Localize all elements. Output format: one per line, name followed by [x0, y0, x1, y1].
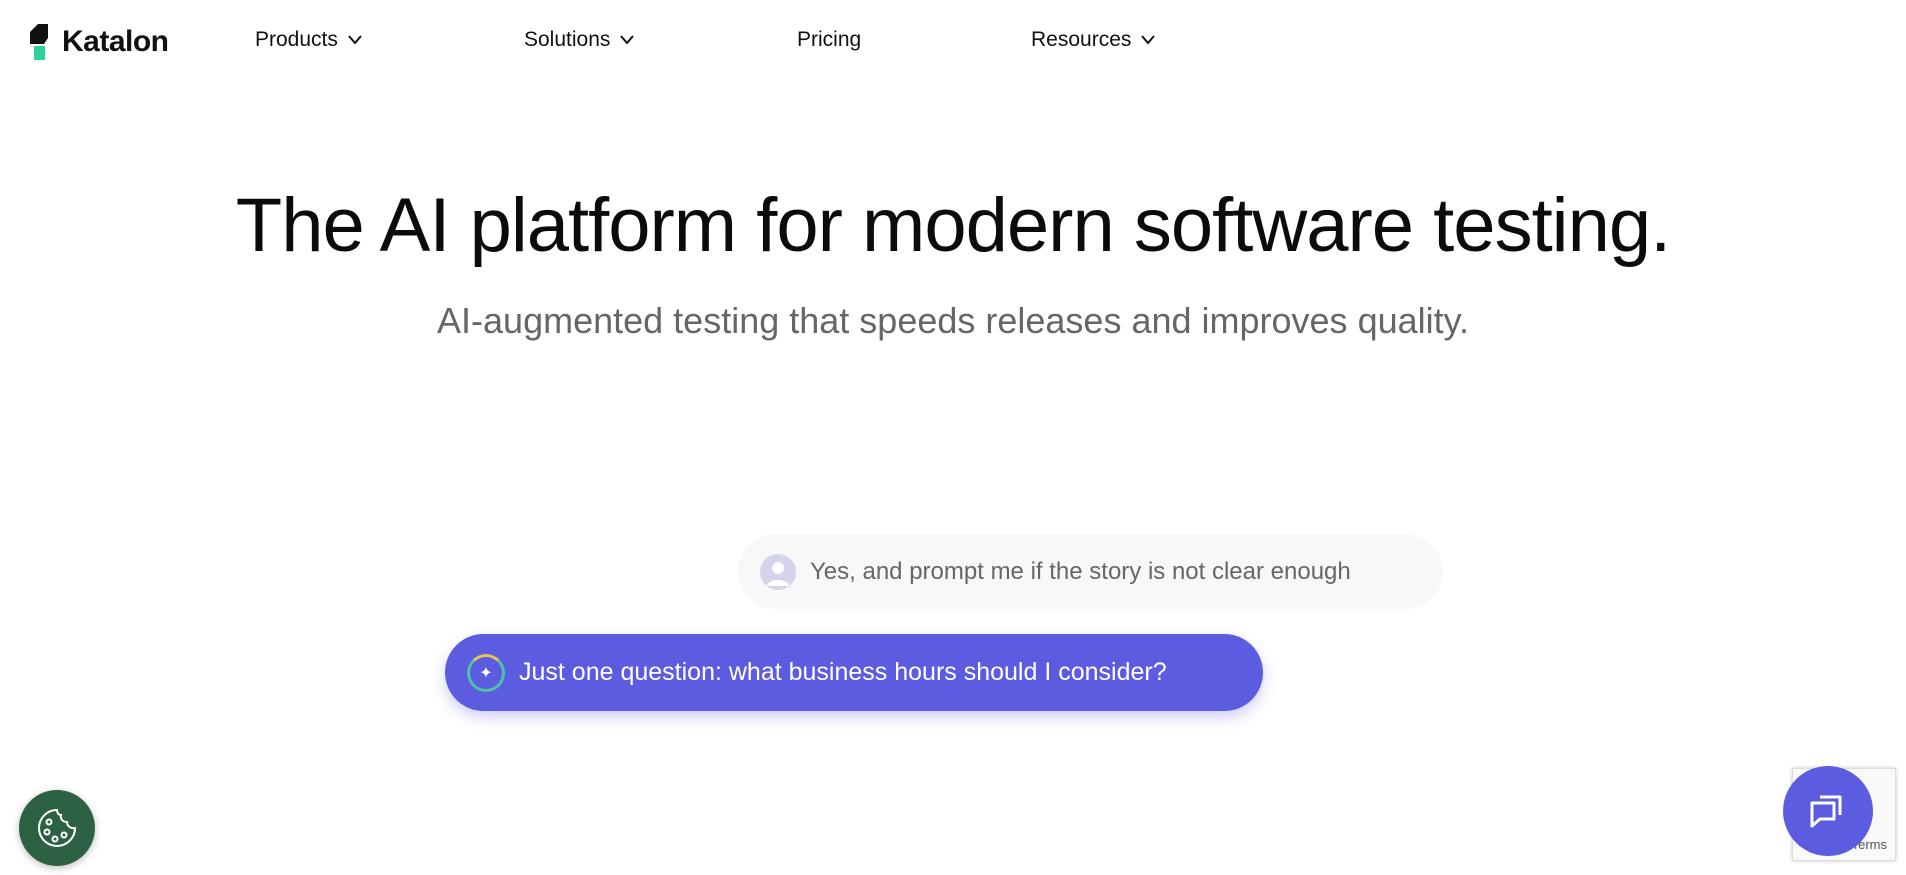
nav-resources-label: Resources [1031, 28, 1132, 51]
brand-name: Katalon [62, 25, 169, 58]
hero-subtitle: AI-augmented testing that speeds release… [437, 300, 1469, 341]
nav-solutions[interactable]: Solutions [524, 28, 635, 52]
hero-title: The AI platform for modern software test… [235, 183, 1671, 268]
user-avatar-icon [760, 553, 796, 590]
ai-message-bubble: ✦ Just one question: what business hours… [445, 634, 1263, 711]
ai-sparkle-icon: ✦ [467, 653, 505, 692]
nav-solutions-label: Solutions [524, 28, 611, 51]
nav-resources[interactable]: Resources [1031, 28, 1156, 52]
cookie-icon [38, 808, 77, 847]
cookie-settings-button[interactable] [19, 790, 95, 866]
chat-button[interactable] [1783, 766, 1873, 856]
nav-products-label: Products [255, 28, 338, 51]
katalon-logo[interactable]: Katalon [30, 24, 169, 60]
chevron-down-icon [348, 35, 362, 45]
katalon-logo-icon [30, 24, 48, 60]
nav-pricing[interactable]: Pricing [797, 28, 861, 52]
ai-message-text: Just one question: what business hours s… [519, 658, 1167, 686]
nav-pricing-label: Pricing [797, 28, 862, 51]
user-message-bubble: Yes, and prompt me if the story is not c… [738, 534, 1443, 609]
chevron-down-icon [1141, 35, 1156, 45]
chat-bubbles-icon [1810, 795, 1842, 828]
nav-products[interactable]: Products [255, 28, 362, 52]
chevron-down-icon [620, 35, 635, 45]
user-message-text: Yes, and prompt me if the story is not c… [810, 557, 1351, 585]
